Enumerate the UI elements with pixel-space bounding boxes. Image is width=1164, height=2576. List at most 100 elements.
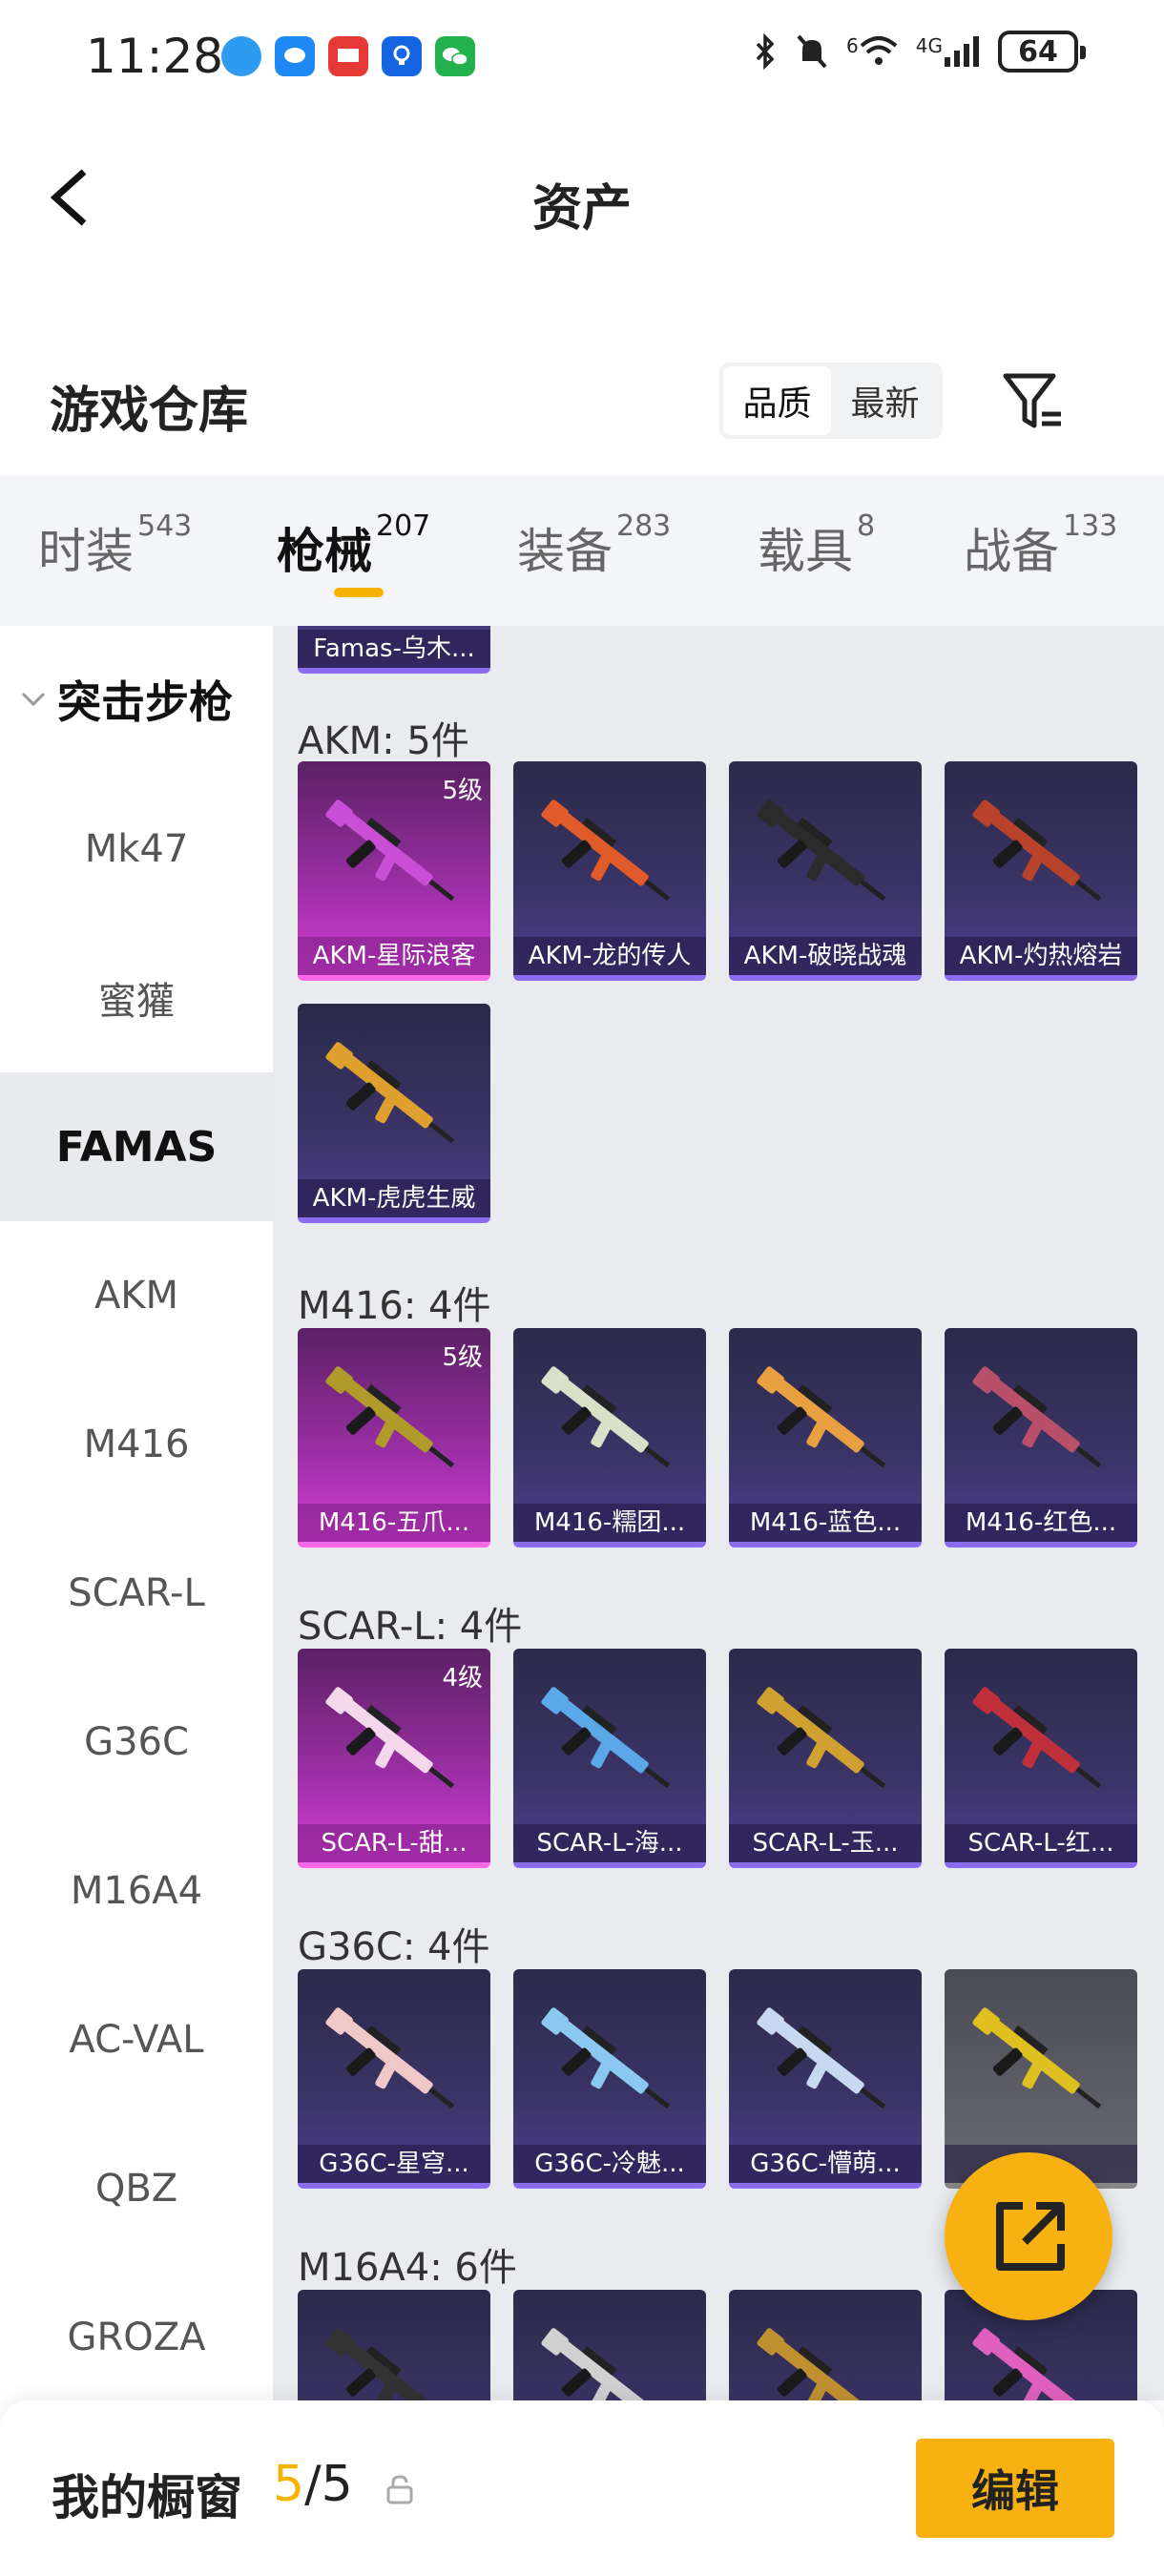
tab-label: 装备	[517, 524, 613, 579]
showcase-separator: /	[304, 2456, 322, 2513]
rifle-icon	[541, 2007, 671, 2109]
weapon-card-label: SCAR-L-玉...	[729, 1824, 922, 1862]
lock-icon	[386, 2475, 413, 2504]
weapon-card[interactable]: G36C-冷魅...	[513, 1969, 706, 2189]
tab-count: 207	[376, 509, 431, 543]
sort-latest-option[interactable]: 最新	[831, 366, 939, 435]
weapon-card[interactable]: AKM-虎虎生威	[298, 1004, 490, 1223]
tab-equipment[interactable]: 装备 283	[517, 509, 671, 582]
rifle-icon	[757, 800, 886, 902]
notification-icons	[221, 36, 475, 76]
weapon-grid: Famas-乌木... AKM: 5件 M416: 4件 SCAR-L: 4件 …	[273, 626, 1164, 2400]
showcase-current: 5	[273, 2456, 305, 2513]
weapon-card[interactable]	[513, 2290, 706, 2400]
news-app-icon	[328, 36, 368, 76]
message-icon	[275, 36, 315, 76]
sidebar-item-m416[interactable]: M416	[0, 1370, 273, 1519]
weapon-card-label: SCAR-L-红...	[945, 1824, 1137, 1862]
tab-combat-gear[interactable]: 战备 133	[964, 509, 1117, 582]
category-tabs: 时装 543 枪械 207 装备 283 载具 8 战备 133	[0, 475, 1164, 626]
weapon-card[interactable]	[298, 2290, 490, 2400]
wifi-label: 6	[846, 34, 859, 57]
weapon-card-label: AKM-灼热熔岩	[945, 937, 1137, 975]
tab-count: 8	[857, 509, 876, 543]
weapon-card[interactable]: SCAR-L-玉...	[729, 1649, 922, 1868]
rifle-icon	[972, 800, 1102, 902]
share-button[interactable]	[945, 2152, 1112, 2320]
weapon-card[interactable]: G36C-懵萌...	[729, 1969, 922, 2189]
sidebar-item-groza[interactable]: GROZA	[0, 2263, 273, 2412]
rifle-icon	[541, 2328, 649, 2400]
sidebar-item-ac-val[interactable]: AC-VAL	[0, 1965, 273, 2114]
sidebar-item-scar-l[interactable]: SCAR-L	[0, 1519, 273, 1668]
rifle-icon	[325, 1042, 455, 1144]
weapon-card-label: M416-糯团...	[513, 1504, 706, 1542]
rifle-icon	[541, 1687, 671, 1789]
weapon-card[interactable]: 5级 AKM-星际浪客	[298, 761, 490, 981]
sidebar-item-famas[interactable]: FAMAS	[0, 1072, 273, 1221]
sidebar-item-mk47[interactable]: Mk47	[0, 775, 273, 924]
chevron-down-icon	[21, 692, 46, 707]
weapon-card[interactable]: AKM-龙的传人	[513, 761, 706, 981]
wifi-icon: 6	[846, 34, 899, 69]
battery-icon: 64	[998, 31, 1086, 73]
showcase-count: 5/5	[273, 2456, 353, 2513]
filter-icon[interactable]	[1000, 368, 1067, 435]
group-header-g36c: G36C: 4件	[298, 1925, 490, 1969]
weapon-card[interactable]: AKM-破晓战魂	[729, 761, 922, 981]
rifle-icon	[541, 1366, 671, 1468]
status-bar: 11:28 6 4G 64	[0, 0, 1164, 114]
weapon-card-label: M416-蓝色...	[729, 1504, 922, 1542]
weapon-card[interactable]: G36C-星穹...	[298, 1969, 490, 2189]
weapon-card-label: SCAR-L-海...	[513, 1824, 706, 1862]
group-header-m416: M416: 4件	[298, 1284, 491, 1328]
weapon-card[interactable]: SCAR-L-海...	[513, 1649, 706, 1868]
sidebar-item-akm[interactable]: AKM	[0, 1221, 273, 1370]
weapon-card-label: Famas-乌木...	[298, 630, 490, 668]
weapon-card[interactable]: M416-红色...	[945, 1328, 1137, 1548]
tab-count: 283	[616, 509, 672, 543]
sidebar-item-m16a4[interactable]: M16A4	[0, 1817, 273, 1965]
sort-toggle: 品质 最新	[719, 363, 943, 439]
weapon-card[interactable]: SCAR-L-红...	[945, 1649, 1137, 1868]
tab-count: 543	[137, 509, 193, 543]
weapon-card-label: AKM-星际浪客	[298, 937, 490, 975]
weapon-card-label: G36C-星穹...	[298, 2145, 490, 2183]
wechat-icon	[435, 36, 475, 76]
weapon-level-badge: 5级	[442, 1343, 483, 1372]
browser-icon	[221, 36, 261, 76]
group-header-scar-l: SCAR-L: 4件	[298, 1605, 523, 1649]
section-title: 游戏仓库	[50, 383, 249, 440]
status-time: 11:28	[86, 29, 224, 84]
group-header-m16a4: M16A4: 6件	[298, 2246, 517, 2290]
sidebar-group-assault-rifles[interactable]: 突击步枪	[19, 668, 233, 731]
edit-button[interactable]: 编辑	[916, 2439, 1114, 2538]
sidebar-item-honey-badger[interactable]: 蜜獾	[0, 924, 273, 1072]
weapon-card[interactable]: Famas-乌木...	[298, 626, 490, 674]
weapon-card[interactable]: AKM-灼热熔岩	[945, 761, 1137, 981]
weapon-card-label: M416-红色...	[945, 1504, 1137, 1542]
weapon-card-label: G36C-懵萌...	[729, 2145, 922, 2183]
sidebar-item-qbz[interactable]: QBZ	[0, 2114, 273, 2263]
sidebar-item-g36c[interactable]: G36C	[0, 1668, 273, 1817]
weapon-card[interactable]: M416-蓝色...	[729, 1328, 922, 1548]
showcase-total: 5	[321, 2456, 353, 2513]
rifle-icon	[325, 2007, 455, 2109]
tab-fashion[interactable]: 时装 543	[38, 509, 192, 582]
weapon-card-label: M416-五爪...	[298, 1504, 490, 1542]
sort-quality-option[interactable]: 品质	[723, 366, 831, 435]
weapon-card[interactable]: 5级 M416-五爪...	[298, 1328, 490, 1548]
rifle-icon	[972, 2328, 1080, 2400]
weapon-card-label: AKM-虎虎生威	[298, 1179, 490, 1217]
tab-vehicles[interactable]: 载具 8	[758, 509, 875, 582]
weapon-card[interactable]	[729, 2290, 922, 2400]
tab-label: 战备	[964, 524, 1059, 579]
weapon-card[interactable]: M416-糯团...	[513, 1328, 706, 1548]
tab-label: 时装	[38, 524, 134, 579]
tab-firearms[interactable]: 枪械 207	[277, 509, 430, 582]
rifle-icon	[972, 1687, 1102, 1789]
weapon-card[interactable]: 4级 SCAR-L-甜...	[298, 1649, 490, 1868]
weapon-card-label: AKM-破晓战魂	[729, 937, 922, 975]
rifle-icon	[972, 1366, 1102, 1468]
status-right: 6 4G 64	[753, 31, 1086, 73]
